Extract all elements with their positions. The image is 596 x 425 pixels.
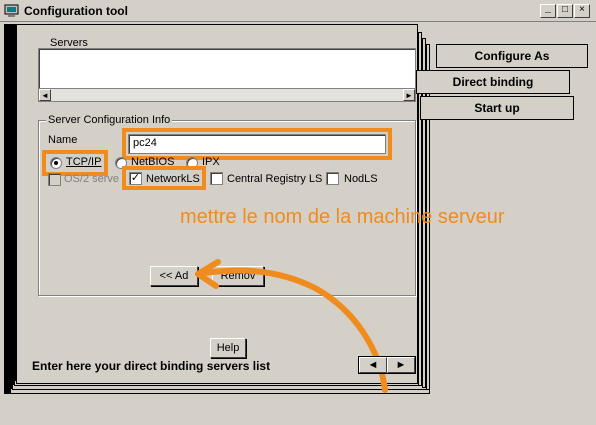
nodls-label: NodLS: [344, 173, 378, 185]
help-button[interactable]: Help: [210, 338, 246, 358]
networkls-checkbox[interactable]: ✓: [129, 172, 142, 185]
maximize-button[interactable]: □: [557, 4, 573, 18]
tab-configure-as[interactable]: Configure As: [436, 44, 588, 68]
name-label: Name: [48, 134, 78, 146]
annotation-arrow: [195, 259, 388, 393]
app-icon: [4, 4, 20, 18]
os2-checkbox: [48, 173, 61, 186]
window-title: Configuration tool: [24, 4, 128, 18]
status-text: Enter here your direct binding servers l…: [32, 359, 271, 373]
nodls-checkbox[interactable]: [326, 172, 339, 185]
prev-page-button[interactable]: ◄: [359, 357, 387, 373]
networkls-label: NetworkLS: [146, 173, 200, 185]
central-registry-checkbox[interactable]: [210, 172, 223, 185]
os2-label: OS/2 serve: [64, 173, 120, 185]
tab-start-up[interactable]: Start up: [420, 96, 574, 120]
central-registry-label: Central Registry LS: [227, 173, 323, 185]
tab-direct-binding[interactable]: Direct binding: [416, 70, 570, 94]
page-nav: ◄ ►: [358, 356, 416, 374]
scroll-right-button[interactable]: ►: [403, 89, 415, 101]
scroll-left-button[interactable]: ◄: [39, 89, 51, 101]
annotation-text: mettre le nom de la machine serveur: [180, 206, 505, 228]
close-button[interactable]: ×: [574, 4, 590, 18]
name-field[interactable]: pc24: [128, 134, 386, 154]
title-bar: Configuration tool _ □ ×: [0, 0, 596, 22]
server-config-label: Server Configuration Info: [46, 114, 173, 126]
minimize-button[interactable]: _: [540, 4, 556, 18]
next-page-button[interactable]: ►: [387, 357, 415, 373]
servers-scrollbar[interactable]: ◄ ►: [38, 88, 416, 102]
